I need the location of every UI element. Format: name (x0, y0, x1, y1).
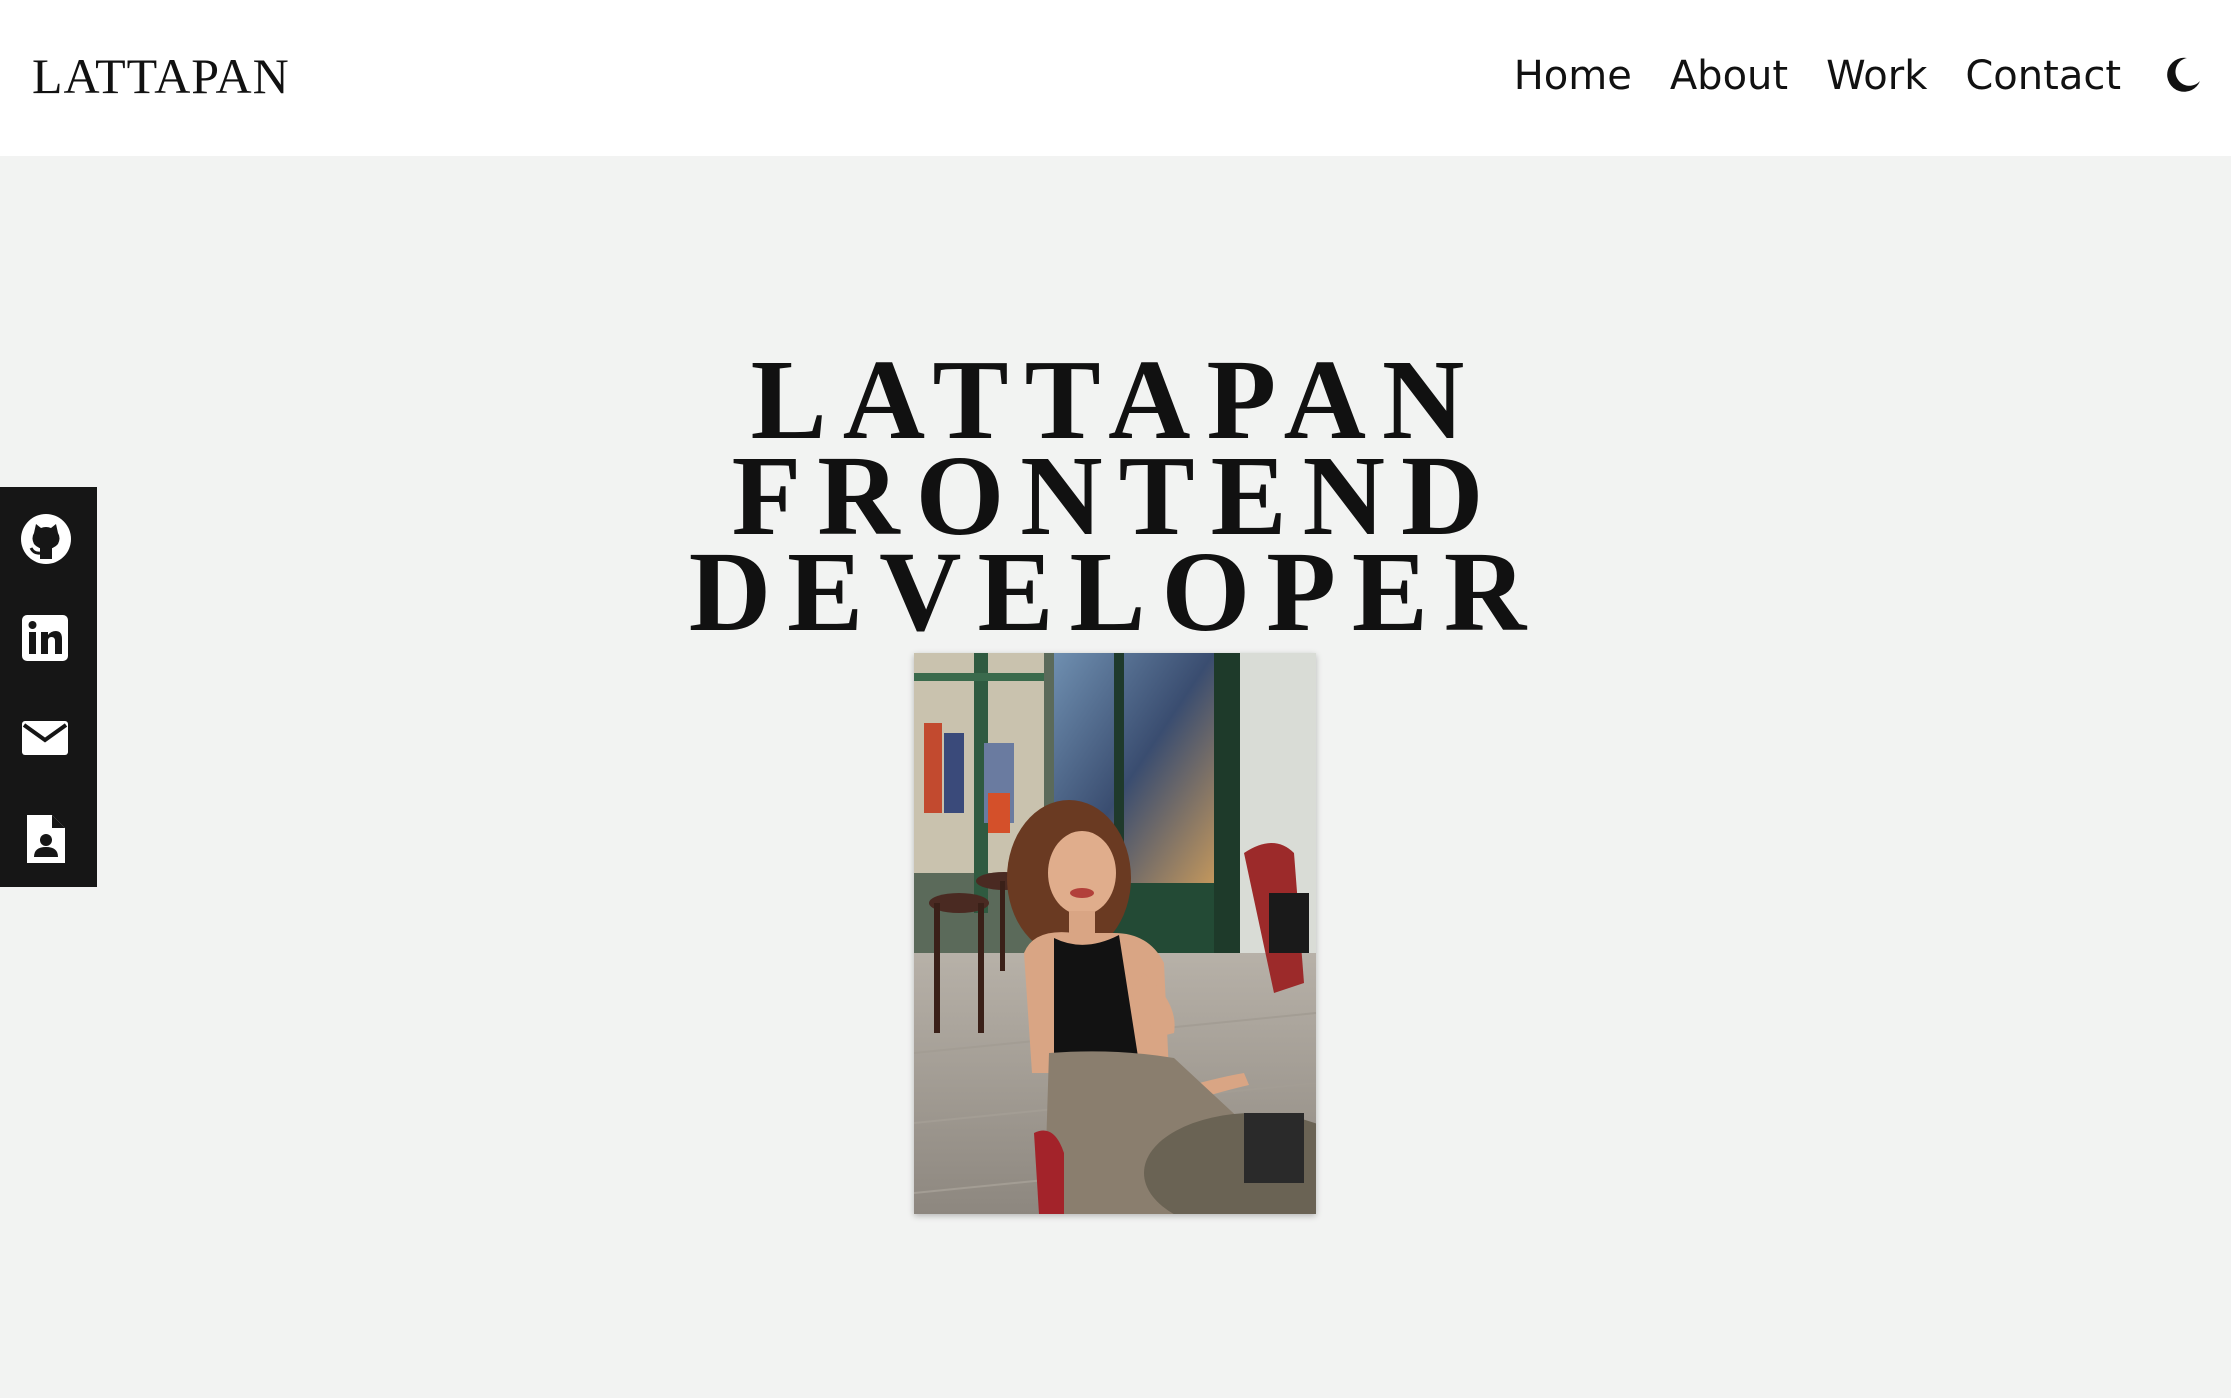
nav-about[interactable]: About (1670, 46, 1788, 106)
portrait-photo (914, 653, 1316, 1214)
mail-icon[interactable] (20, 713, 72, 765)
hero-line-title: DEVELOPER (688, 528, 1543, 655)
hero-title: LATTAPAN FRONTEND DEVELOPER (0, 343, 2231, 655)
resume-icon[interactable] (20, 813, 72, 865)
nav-contact[interactable]: Contact (1965, 46, 2121, 106)
nav-work[interactable]: Work (1826, 46, 1927, 106)
main-nav: Home About Work Contact (1514, 46, 2121, 106)
moon-icon[interactable] (2163, 55, 2203, 95)
site-logo[interactable]: LATTAPAN (32, 46, 290, 106)
site-header: LATTAPAN Home About Work Contact (0, 0, 2231, 156)
nav-home[interactable]: Home (1514, 46, 1632, 106)
